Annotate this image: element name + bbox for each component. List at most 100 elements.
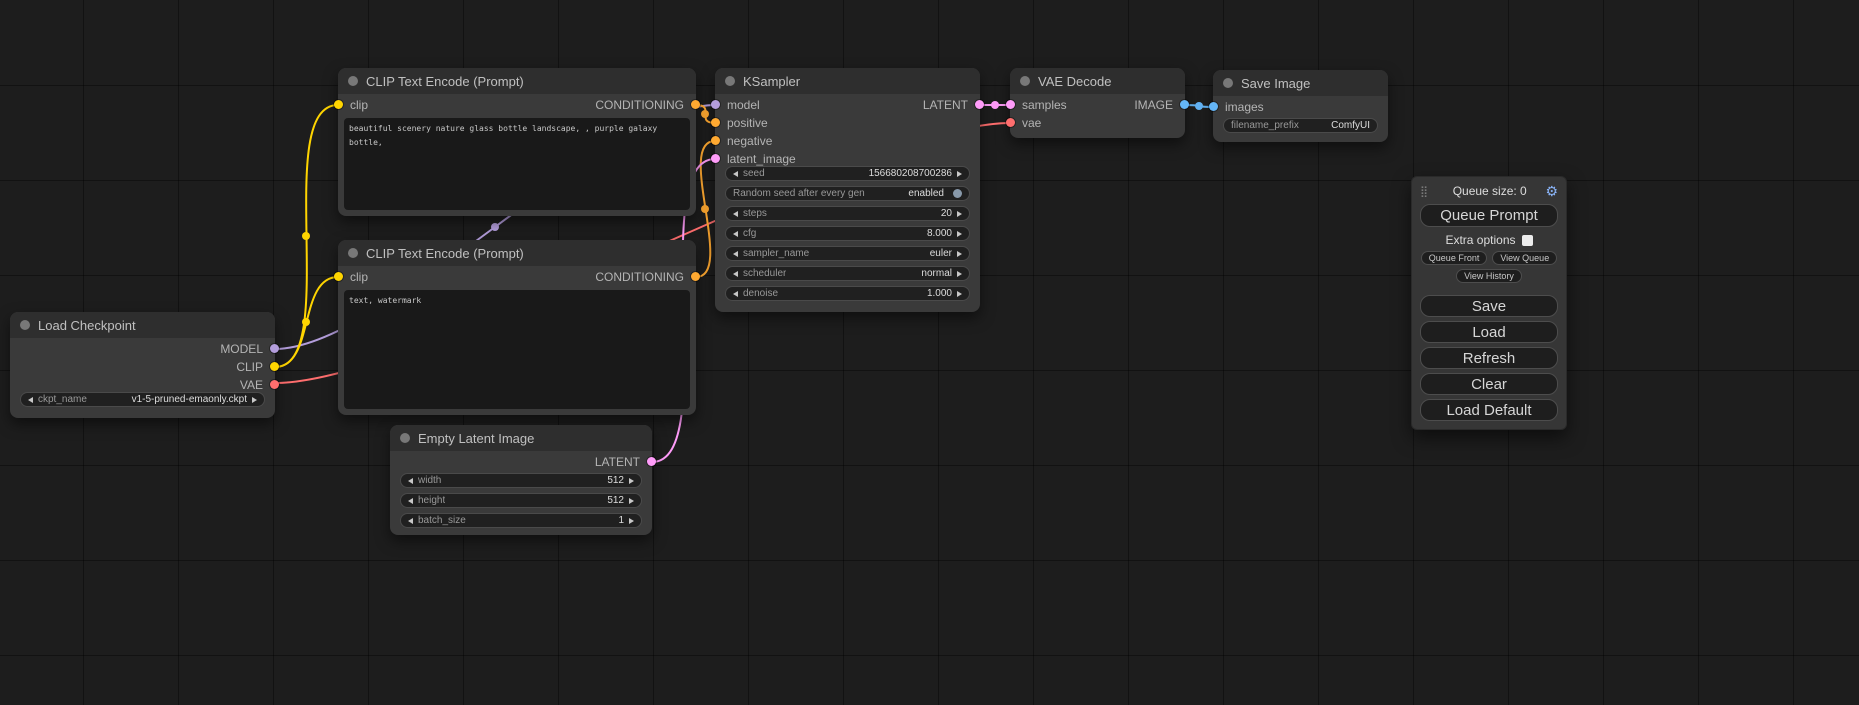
view-queue-button[interactable]: View Queue xyxy=(1492,251,1557,265)
refresh-button[interactable]: Refresh xyxy=(1420,347,1558,369)
node-ksampler[interactable]: KSampler model LATENT positive negative … xyxy=(715,68,980,312)
input-pin-images[interactable] xyxy=(1209,102,1218,111)
prev-value-arrow-icon[interactable] xyxy=(28,397,33,403)
prev-value-arrow-icon[interactable] xyxy=(733,251,738,257)
input-pin-clip[interactable] xyxy=(334,272,343,281)
next-value-arrow-icon[interactable] xyxy=(252,397,257,403)
widget-value: 512 xyxy=(607,475,624,486)
increment-arrow-icon[interactable] xyxy=(629,518,634,524)
queue-size-label: Queue size: 0 xyxy=(1434,184,1545,198)
output-pin-latent[interactable] xyxy=(975,100,984,109)
output-pin-conditioning[interactable] xyxy=(691,272,700,281)
output-pin-conditioning[interactable] xyxy=(691,100,700,109)
output-label-clip: CLIP xyxy=(236,360,263,374)
input-pin-positive[interactable] xyxy=(711,118,720,127)
node-title-bar[interactable]: Save Image xyxy=(1213,70,1388,96)
steps-widget[interactable]: steps 20 xyxy=(725,206,970,221)
seed-widget[interactable]: seed 156680208700286 xyxy=(725,166,970,181)
prev-value-arrow-icon[interactable] xyxy=(733,271,738,277)
node-graph-canvas[interactable]: Load Checkpoint MODEL CLIP VAE ckpt_name… xyxy=(0,0,1859,705)
settings-gear-icon[interactable]: ⚙ xyxy=(1545,183,1558,200)
next-value-arrow-icon[interactable] xyxy=(957,251,962,257)
node-title-bar[interactable]: CLIP Text Encode (Prompt) xyxy=(338,68,696,94)
batch-size-widget[interactable]: batch_size 1 xyxy=(400,513,642,528)
load-button[interactable]: Load xyxy=(1420,321,1558,343)
wire-midpoint-dot xyxy=(701,110,709,118)
sampler-name-widget[interactable]: sampler_name euler xyxy=(725,246,970,261)
collapse-dot-icon[interactable] xyxy=(348,248,358,258)
node-title-bar[interactable]: VAE Decode xyxy=(1010,68,1185,94)
widget-label: sampler_name xyxy=(743,248,809,259)
prompt-textarea[interactable]: text, watermark xyxy=(344,290,690,409)
widget-value: 156680208700286 xyxy=(869,168,952,179)
collapse-dot-icon[interactable] xyxy=(348,76,358,86)
prompt-textarea[interactable]: beautiful scenery nature glass bottle la… xyxy=(344,118,690,210)
widget-label: batch_size xyxy=(418,515,466,526)
node-vae-decode[interactable]: VAE Decode samples IMAGE vae xyxy=(1010,68,1185,138)
input-pin-samples[interactable] xyxy=(1006,100,1015,109)
collapse-dot-icon[interactable] xyxy=(400,433,410,443)
filename-prefix-widget[interactable]: filename_prefix ComfyUI xyxy=(1223,118,1378,133)
node-title-bar[interactable]: CLIP Text Encode (Prompt) xyxy=(338,240,696,266)
output-pin-vae[interactable] xyxy=(270,380,279,389)
increment-arrow-icon[interactable] xyxy=(957,211,962,217)
output-pin-model[interactable] xyxy=(270,344,279,353)
input-pin-vae[interactable] xyxy=(1006,118,1015,127)
decrement-arrow-icon[interactable] xyxy=(408,518,413,524)
extra-options-checkbox[interactable] xyxy=(1522,235,1533,246)
node-empty-latent-image[interactable]: Empty Latent Image LATENT width 512 heig… xyxy=(390,425,652,535)
ckpt-name-widget[interactable]: ckpt_name v1-5-pruned-emaonly.ckpt xyxy=(20,392,265,407)
increment-arrow-icon[interactable] xyxy=(629,478,634,484)
cfg-widget[interactable]: cfg 8.000 xyxy=(725,226,970,241)
decrement-arrow-icon[interactable] xyxy=(733,231,738,237)
queue-front-button[interactable]: Queue Front xyxy=(1421,251,1488,265)
decrement-arrow-icon[interactable] xyxy=(733,291,738,297)
drag-handle-icon[interactable]: ⣿ xyxy=(1420,185,1434,198)
node-title-bar[interactable]: Empty Latent Image xyxy=(390,425,652,451)
output-label-latent: LATENT xyxy=(923,98,968,112)
denoise-widget[interactable]: denoise 1.000 xyxy=(725,286,970,301)
slot-row: images xyxy=(1213,98,1388,116)
next-value-arrow-icon[interactable] xyxy=(957,271,962,277)
increment-arrow-icon[interactable] xyxy=(629,498,634,504)
node-clip-text-encode-positive[interactable]: CLIP Text Encode (Prompt) clip CONDITION… xyxy=(338,68,696,216)
height-widget[interactable]: height 512 xyxy=(400,493,642,508)
input-pin-latent-image[interactable] xyxy=(711,154,720,163)
increment-arrow-icon[interactable] xyxy=(957,231,962,237)
input-pin-negative[interactable] xyxy=(711,136,720,145)
decrement-arrow-icon[interactable] xyxy=(733,211,738,217)
input-label-model: model xyxy=(727,98,760,112)
view-history-button[interactable]: View History xyxy=(1456,269,1522,283)
input-pin-model[interactable] xyxy=(711,100,720,109)
load-default-button[interactable]: Load Default xyxy=(1420,399,1558,421)
collapse-dot-icon[interactable] xyxy=(725,76,735,86)
node-clip-text-encode-negative[interactable]: CLIP Text Encode (Prompt) clip CONDITION… xyxy=(338,240,696,415)
increment-arrow-icon[interactable] xyxy=(957,291,962,297)
queue-prompt-button[interactable]: Queue Prompt xyxy=(1420,204,1558,227)
widget-label: width xyxy=(418,475,441,486)
collapse-dot-icon[interactable] xyxy=(1223,78,1233,88)
increment-arrow-icon[interactable] xyxy=(957,171,962,177)
output-pin-latent[interactable] xyxy=(647,457,656,466)
decrement-arrow-icon[interactable] xyxy=(408,498,413,504)
node-title-bar[interactable]: KSampler xyxy=(715,68,980,94)
collapse-dot-icon[interactable] xyxy=(20,320,30,330)
widget-label: height xyxy=(418,495,445,506)
output-pin-image[interactable] xyxy=(1180,100,1189,109)
random-seed-toggle-widget[interactable]: Random seed after every gen enabled xyxy=(725,186,970,201)
save-button[interactable]: Save xyxy=(1420,295,1558,317)
input-pin-clip[interactable] xyxy=(334,100,343,109)
widget-label: filename_prefix xyxy=(1231,120,1299,131)
output-pin-clip[interactable] xyxy=(270,362,279,371)
clear-button[interactable]: Clear xyxy=(1420,373,1558,395)
node-load-checkpoint[interactable]: Load Checkpoint MODEL CLIP VAE ckpt_name… xyxy=(10,312,275,418)
node-save-image[interactable]: Save Image images filename_prefix ComfyU… xyxy=(1213,70,1388,142)
slot-row: LATENT xyxy=(390,453,652,471)
collapse-dot-icon[interactable] xyxy=(1020,76,1030,86)
decrement-arrow-icon[interactable] xyxy=(408,478,413,484)
toggle-dot-icon[interactable] xyxy=(953,189,962,198)
scheduler-widget[interactable]: scheduler normal xyxy=(725,266,970,281)
node-title-bar[interactable]: Load Checkpoint xyxy=(10,312,275,338)
width-widget[interactable]: width 512 xyxy=(400,473,642,488)
decrement-arrow-icon[interactable] xyxy=(733,171,738,177)
